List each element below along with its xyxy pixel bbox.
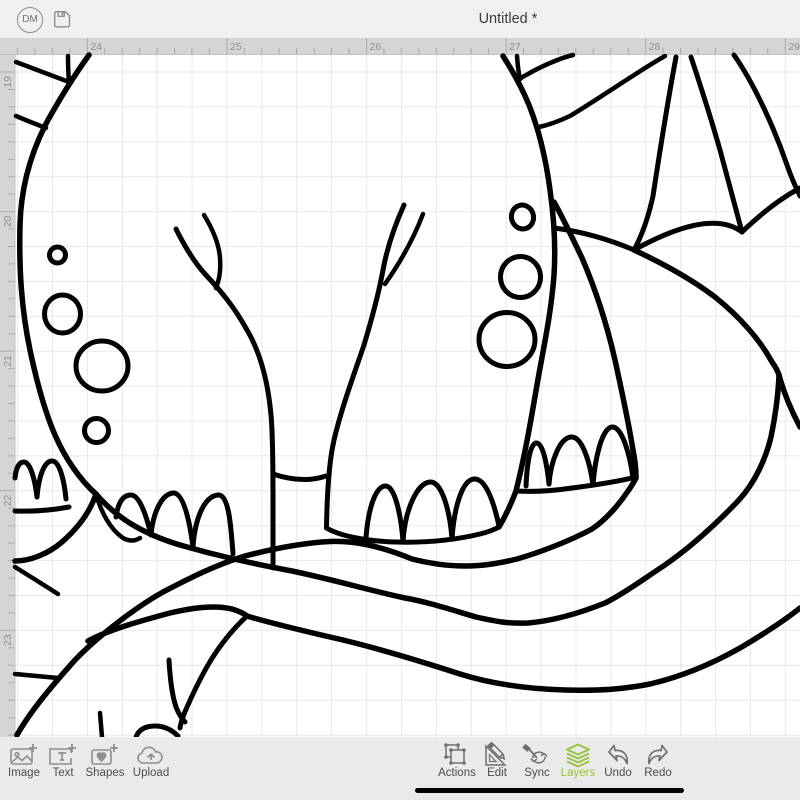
svg-text:26: 26 [370,41,382,53]
svg-text:19: 19 [2,76,14,88]
svg-text:24: 24 [90,41,102,53]
svg-text:22: 22 [2,495,14,507]
svg-text:21: 21 [2,355,14,367]
svg-text:23: 23 [2,634,14,646]
svg-text:25: 25 [230,41,242,53]
svg-text:29: 29 [788,41,800,53]
svg-text:27: 27 [509,41,521,53]
svg-text:20: 20 [2,215,14,227]
svg-text:28: 28 [649,41,661,53]
